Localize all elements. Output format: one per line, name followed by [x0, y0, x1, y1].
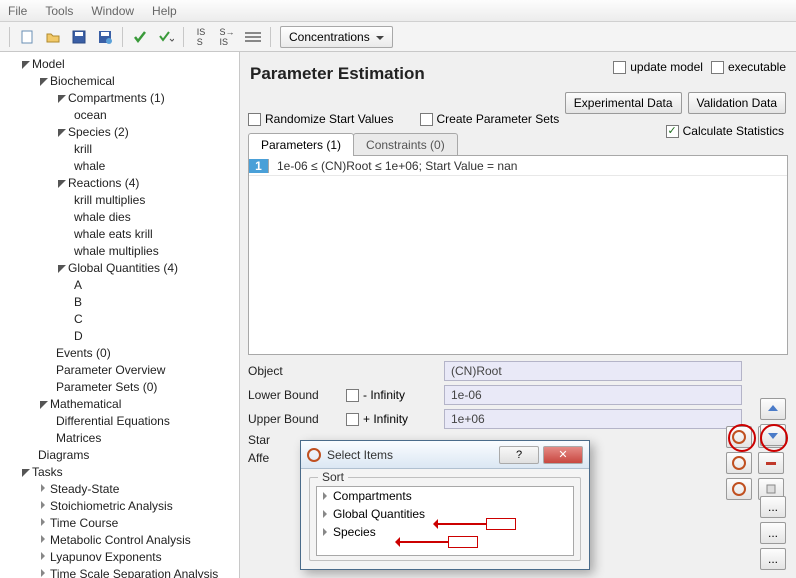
lower-bound-label: Lower Bound: [248, 388, 340, 402]
pos-infinity-checkbox[interactable]: + Infinity: [346, 412, 438, 426]
select-items-dialog: Select Items ? ✕ Sort Compartments Globa…: [300, 440, 590, 570]
tree-r4[interactable]: whale multiplies: [74, 244, 159, 258]
tree-mca[interactable]: Metabolic Control Analysis: [50, 533, 191, 547]
item-species[interactable]: Species: [317, 523, 573, 541]
menu-file[interactable]: File: [8, 4, 27, 18]
tree-de[interactable]: Differential Equations: [56, 414, 170, 428]
framework-dropdown[interactable]: Concentrations: [280, 26, 393, 48]
tree-gq-a[interactable]: A: [74, 278, 82, 292]
object-label: Object: [248, 364, 340, 378]
validation-data-button[interactable]: Validation Data: [688, 92, 787, 114]
update-model-checkbox[interactable]: update model: [613, 60, 703, 74]
validate-button[interactable]: [128, 25, 152, 49]
browse-button-2[interactable]: ...: [760, 522, 786, 544]
tab-constraints[interactable]: Constraints (0): [353, 133, 458, 156]
sort-group-label: Sort: [318, 470, 348, 484]
tree-math[interactable]: Mathematical: [50, 397, 121, 411]
tree-time-course[interactable]: Time Course: [50, 516, 118, 530]
tree-whale[interactable]: whale: [74, 159, 105, 173]
app-icon: [307, 448, 321, 462]
item-compartments[interactable]: Compartments: [317, 487, 573, 505]
tree-steady-state[interactable]: Steady-State: [50, 482, 119, 496]
move-up-button[interactable]: [760, 398, 786, 420]
calc-stats-checkbox[interactable]: Calculate Statistics: [666, 124, 784, 138]
toolbar: ISS S→IS Concentrations: [0, 22, 796, 52]
menu-window[interactable]: Window: [91, 4, 134, 18]
menu-bar: File Tools Window Help: [0, 0, 796, 22]
lower-select-button[interactable]: [726, 452, 752, 474]
model-tree[interactable]: Model Biochemical Compartments (1) ocean…: [0, 52, 240, 578]
tree-stoich[interactable]: Stoichiometric Analysis: [50, 499, 173, 513]
tree-compartments[interactable]: Compartments (1): [68, 91, 165, 105]
tree-gq-d[interactable]: D: [74, 329, 83, 343]
tree-tasks[interactable]: Tasks: [32, 465, 63, 479]
create-param-sets-checkbox[interactable]: Create Parameter Sets: [420, 112, 560, 126]
dialog-title: Select Items: [327, 448, 495, 462]
tree-mat[interactable]: Matrices: [56, 431, 101, 445]
is-button[interactable]: ISS: [189, 25, 213, 49]
tab-parameters[interactable]: Parameters (1): [248, 133, 354, 156]
tree-r1[interactable]: krill multiplies: [74, 193, 145, 207]
experimental-data-button[interactable]: Experimental Data: [565, 92, 682, 114]
open-button[interactable]: [41, 25, 65, 49]
move-down-button[interactable]: [760, 424, 786, 446]
new-button[interactable]: [15, 25, 39, 49]
executable-checkbox[interactable]: executable: [711, 60, 786, 74]
tree-biochemical[interactable]: Biochemical: [50, 74, 115, 88]
neg-infinity-checkbox[interactable]: - Infinity: [346, 388, 438, 402]
save-button[interactable]: [67, 25, 91, 49]
tree-gq-c[interactable]: C: [74, 312, 83, 326]
item-global-quantities[interactable]: Global Quantities: [317, 505, 573, 523]
tree-krill[interactable]: krill: [74, 142, 92, 156]
parameter-list[interactable]: 1 1e-06 ≤ (CN)Root ≤ 1e+06; Start Value …: [248, 155, 788, 355]
upper-bound-label: Upper Bound: [248, 412, 340, 426]
tree-po[interactable]: Parameter Overview: [56, 363, 165, 377]
slider-button[interactable]: [241, 25, 265, 49]
lower-bound-field[interactable]: 1e-06: [444, 385, 742, 405]
tree-ps[interactable]: Parameter Sets (0): [56, 380, 157, 394]
tree-species[interactable]: Species (2): [68, 125, 129, 139]
object-field[interactable]: (CN)Root: [444, 361, 742, 381]
save-as-button[interactable]: [93, 25, 117, 49]
menu-help[interactable]: Help: [152, 4, 177, 18]
randomize-checkbox[interactable]: Randomize Start Values: [248, 112, 394, 126]
upper-bound-field[interactable]: 1e+06: [444, 409, 742, 429]
tree-events[interactable]: Events (0): [56, 346, 111, 360]
dialog-titlebar[interactable]: Select Items ? ✕: [301, 441, 589, 469]
tree-model[interactable]: Model: [32, 57, 65, 71]
row-number: 1: [249, 159, 269, 173]
tree-gq[interactable]: Global Quantities (4): [68, 261, 178, 275]
tree-lyap[interactable]: Lyapunov Exponents: [50, 550, 162, 564]
object-select-button[interactable]: [726, 426, 752, 448]
browse-button-1[interactable]: ...: [760, 496, 786, 518]
tree-tssa[interactable]: Time Scale Separation Analysis: [50, 567, 218, 578]
sis-button[interactable]: S→IS: [215, 25, 239, 49]
tree-r3[interactable]: whale eats krill: [74, 227, 153, 241]
menu-tools[interactable]: Tools: [45, 4, 73, 18]
tree-r2[interactable]: whale dies: [74, 210, 131, 224]
tree-gq-b[interactable]: B: [74, 295, 82, 309]
tree-ocean[interactable]: ocean: [74, 108, 107, 122]
row-text: 1e-06 ≤ (CN)Root ≤ 1e+06; Start Value = …: [269, 159, 517, 173]
check-dropdown-button[interactable]: [154, 25, 178, 49]
remove-button[interactable]: [758, 452, 784, 474]
browse-button-3[interactable]: ...: [760, 548, 786, 570]
help-button[interactable]: ?: [499, 446, 539, 464]
close-button[interactable]: ✕: [543, 446, 583, 464]
tree-reactions[interactable]: Reactions (4): [68, 176, 139, 190]
select-items-list[interactable]: Compartments Global Quantities Species: [316, 486, 574, 556]
parameter-row[interactable]: 1 1e-06 ≤ (CN)Root ≤ 1e+06; Start Value …: [249, 156, 787, 176]
tree-diag[interactable]: Diagrams: [38, 448, 89, 462]
upper-select-button[interactable]: [726, 478, 752, 500]
